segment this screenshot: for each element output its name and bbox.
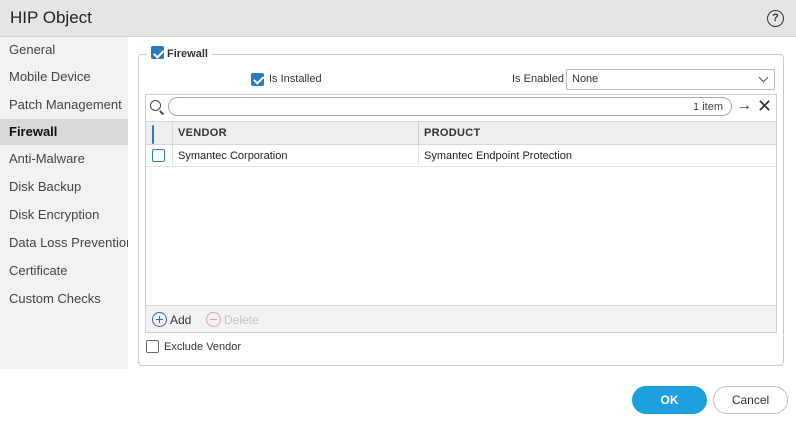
select-all-checkbox[interactable]: [152, 125, 154, 144]
firewall-section-label: Firewall: [167, 48, 208, 60]
sidebar-item-custom-checks[interactable]: Custom Checks: [0, 286, 128, 312]
dialog-title: HIP Object: [10, 8, 92, 27]
exclude-vendor-label: Exclude Vendor: [164, 340, 242, 353]
sidebar-item-patch-management[interactable]: Patch Management: [0, 92, 128, 118]
product-cell: Symantec Endpoint Protection: [418, 145, 774, 167]
chevron-down-icon: [758, 72, 769, 83]
vendor-grid: 1 item → ✕ VENDOR PRODUCT Symantec Corpo…: [145, 94, 777, 333]
exclude-vendor-checkbox[interactable]: [146, 340, 159, 353]
sidebar: General Mobile Device Patch Management F…: [0, 37, 128, 369]
sidebar-item-disk-backup[interactable]: Disk Backup: [0, 174, 128, 200]
is-enabled-value: None: [572, 73, 599, 85]
is-installed-label: Is Installed: [269, 73, 322, 85]
arrow-right-icon[interactable]: →: [736, 98, 752, 114]
vendor-cell: Symantec Corporation: [172, 145, 418, 167]
search-icon: [150, 100, 161, 111]
plus-circle-icon: [152, 312, 167, 327]
minus-circle-icon: [206, 312, 221, 327]
close-icon[interactable]: ✕: [757, 97, 772, 115]
firewall-section-legend: Firewall: [147, 46, 212, 62]
firewall-section-checkbox[interactable]: [151, 46, 164, 59]
add-button[interactable]: Add: [152, 312, 191, 327]
sidebar-item-general[interactable]: General: [0, 37, 128, 63]
column-header-product[interactable]: PRODUCT: [418, 122, 774, 144]
sidebar-item-mobile-device[interactable]: Mobile Device: [0, 64, 128, 90]
help-icon[interactable]: ?: [767, 10, 784, 27]
exclude-vendor-control: Exclude Vendor: [146, 340, 241, 353]
is-installed-checkbox[interactable]: [251, 72, 264, 86]
sidebar-item-firewall[interactable]: Firewall: [0, 119, 128, 145]
is-enabled-label: Is Enabled: [512, 73, 564, 85]
is-enabled-select[interactable]: None: [566, 69, 775, 90]
table-header: VENDOR PRODUCT: [146, 121, 776, 145]
sidebar-item-disk-encryption[interactable]: Disk Encryption: [0, 202, 128, 228]
sidebar-item-data-loss-prevention[interactable]: Data Loss Prevention: [0, 230, 128, 256]
cancel-button[interactable]: Cancel: [713, 386, 788, 414]
row-checkbox[interactable]: [152, 149, 165, 162]
delete-label: Delete: [224, 312, 259, 327]
item-count: 1 item: [693, 101, 723, 113]
search-row: 1 item → ✕: [146, 95, 776, 121]
is-installed-control: Is Installed: [251, 72, 322, 86]
add-label: Add: [170, 312, 192, 327]
search-input[interactable]: 1 item: [168, 97, 732, 116]
column-header-vendor[interactable]: VENDOR: [172, 122, 418, 144]
table-row[interactable]: Symantec Corporation Symantec Endpoint P…: [146, 145, 776, 167]
title-bar: HIP Object ?: [0, 0, 796, 37]
grid-footer: Add Delete: [146, 305, 776, 332]
ok-button[interactable]: OK: [632, 386, 707, 414]
sidebar-item-anti-malware[interactable]: Anti-Malware: [0, 146, 128, 172]
sidebar-item-certificate[interactable]: Certificate: [0, 258, 128, 284]
delete-button[interactable]: Delete: [206, 312, 259, 327]
